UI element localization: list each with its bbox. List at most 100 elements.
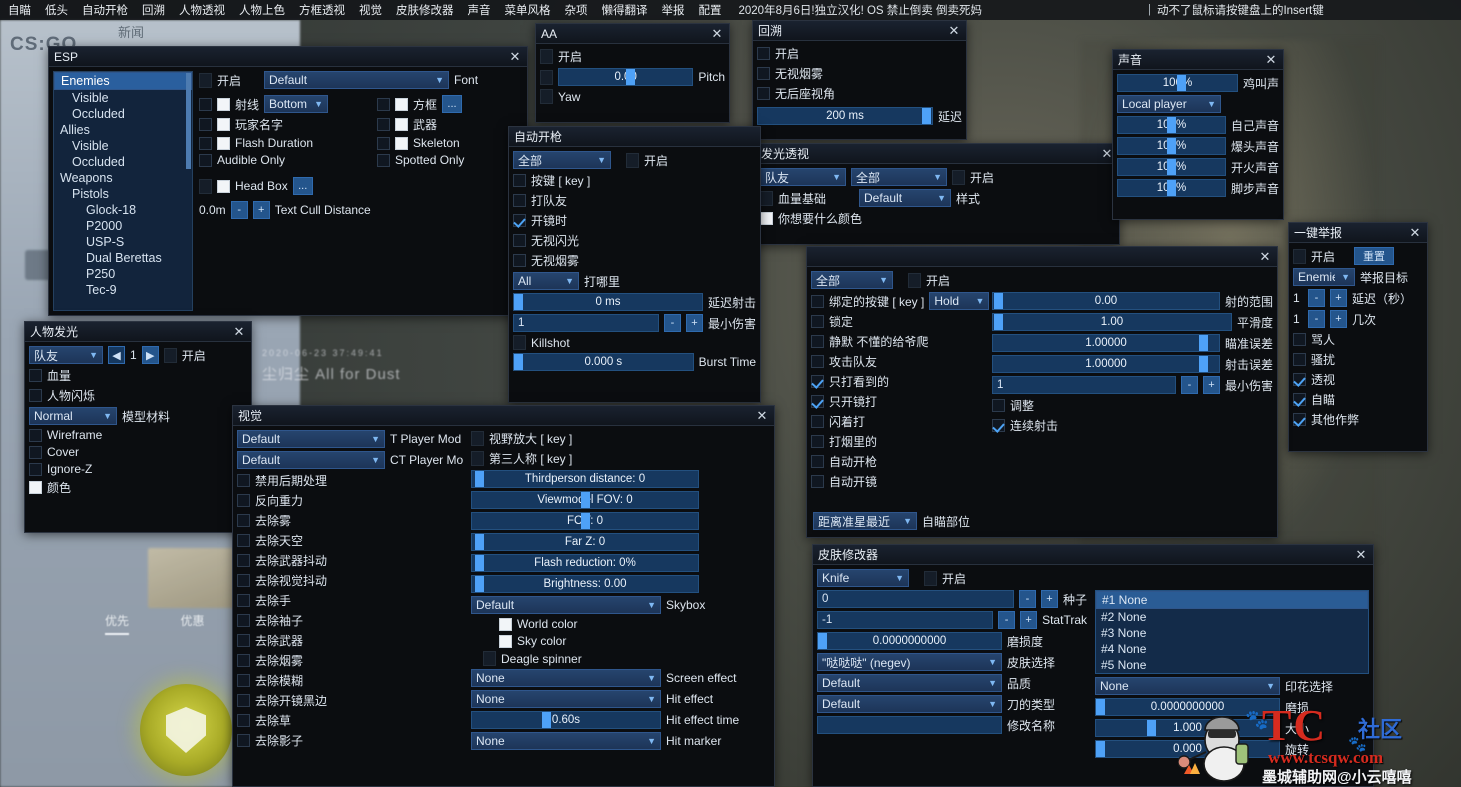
trigger-scope-select[interactable]: 全部 ▼ (513, 151, 611, 169)
visuals-checkbox-7[interactable] (237, 614, 250, 627)
visuals-deagle-checkbox[interactable] (483, 651, 496, 666)
aimbot-checkbox-0[interactable] (811, 294, 824, 308)
slider-knob[interactable] (474, 471, 484, 487)
menu-item-triggerbot[interactable]: 自动开枪 (75, 2, 135, 18)
slider-knob[interactable] (1167, 138, 1177, 154)
sticker-slot-list[interactable]: #1 None #2 None #3 None #4 None #5 None (1095, 590, 1369, 674)
report-reason-checkbox-1[interactable] (1293, 353, 1306, 366)
visuals-checkbox-12[interactable] (237, 714, 250, 727)
slider-knob[interactable] (1167, 159, 1177, 175)
report-target-row[interactable]: Enemies ▼ 举报目标 (1293, 268, 1423, 286)
trigger-option-row-1[interactable]: 打队友 (513, 192, 756, 209)
esp-tree-item[interactable]: P2000 (54, 218, 192, 234)
pglow-prev-button[interactable]: ◀ (108, 346, 125, 364)
sound-row-2[interactable]: 100% 爆头声音 (1117, 137, 1279, 155)
aimbot-checkbox-5[interactable] (811, 395, 824, 408)
visuals-slider-2[interactable]: FOV: 0 (471, 512, 699, 530)
close-icon[interactable]: ✕ (755, 409, 769, 422)
esp-left-row-2[interactable]: Flash Duration (199, 136, 349, 150)
close-icon[interactable]: ✕ (508, 50, 522, 63)
aimbot-slider-0[interactable]: 0.00 (992, 292, 1220, 310)
skins-stickerkind-select[interactable]: None ▼ (1095, 677, 1280, 695)
visuals-hitmarker-row[interactable]: None ▼ Hit marker (471, 732, 770, 750)
window-player-glow[interactable]: 人物发光 ✕ 队友 ▼ ◀ 1 ▶ 开启 血量 人物闪烁 Normal ▼ 模型材… (24, 321, 252, 533)
visuals-option-row-10[interactable]: 去除模糊 (237, 672, 467, 689)
aimbot-slider-3[interactable]: 1.00000 (992, 355, 1220, 373)
slider-knob[interactable] (1167, 117, 1177, 133)
aimbot-mindmg-input[interactable]: 1 (992, 376, 1176, 394)
skins-stickerrot-slider[interactable]: 0.000 (1095, 740, 1280, 758)
trigger-checkbox-2[interactable] (513, 214, 526, 227)
sound-player-select[interactable]: Local player ▼ (1117, 95, 1221, 113)
aimbot-option-row-1[interactable]: 锁定 (811, 313, 986, 330)
visuals-ctmodel-row[interactable]: Default ▼ CT Player Mo (237, 451, 467, 469)
aimbot-option-row-8[interactable]: 自动开枪 (811, 453, 986, 470)
visuals-checkbox-13[interactable] (237, 734, 250, 747)
report-reason-row-4[interactable]: 其他作弊 (1293, 411, 1423, 428)
visuals-option-row-9[interactable]: 去除烟雾 (237, 652, 467, 669)
visuals-thirdperson-row[interactable]: 第三人称 [ key ] (471, 450, 770, 467)
visuals-option-row-0[interactable]: 禁用后期处理 (237, 472, 467, 489)
esp-left-slot-2[interactable] (199, 136, 212, 150)
close-icon[interactable]: ✕ (947, 24, 961, 37)
window-skin-changer[interactable]: 皮肤修改器 ✕ Knife ▼ 开启 0 - + 种子 -1 - + StatT… (812, 544, 1374, 787)
close-icon[interactable]: ✕ (1258, 250, 1272, 263)
glowesp-selects-row[interactable]: 队友 ▼ 全部 ▼ 开启 (760, 168, 1115, 186)
visuals-hiteffect-select[interactable]: None ▼ (471, 690, 661, 708)
aimbot-keymode-select[interactable]: Hold ▼ (929, 292, 990, 310)
esp-left-checkbox-2[interactable] (217, 136, 230, 150)
visuals-option-row-2[interactable]: 去除雾 (237, 512, 467, 529)
visuals-slider-1[interactable]: Viewmodel FOV: 0 (471, 491, 699, 509)
skins-stickerscale-row[interactable]: 1.000 大小 (1095, 719, 1369, 737)
report-delay-minus-button[interactable]: - (1308, 289, 1325, 307)
trigger-checkbox-1[interactable] (513, 194, 526, 207)
visuals-slider-0[interactable]: Thirdperson distance: 0 (471, 470, 699, 488)
pglow-enable-checkbox[interactable] (163, 347, 177, 363)
visuals-thirdperson-checkbox[interactable] (471, 451, 484, 466)
aimbot-option-row-4[interactable]: 只打看到的 (811, 373, 986, 390)
trigger-option-row-3[interactable]: 无视闪光 (513, 232, 756, 249)
aimbot-checkbox-3[interactable] (811, 355, 824, 368)
pglow-material-row[interactable]: Normal ▼ 模型材料 (29, 407, 247, 425)
report-reason-row-1[interactable]: 骚扰 (1293, 351, 1423, 368)
menu-item-aimbot[interactable]: 自瞄 (0, 2, 38, 18)
visuals-slider-4[interactable]: Flash reduction: 0% (471, 554, 699, 572)
esp-right-slot-1[interactable] (377, 118, 390, 131)
pglow-team-select[interactable]: 队友 ▼ (29, 346, 103, 364)
slider-knob[interactable] (993, 293, 1003, 309)
visuals-option-row-6[interactable]: 去除手 (237, 592, 467, 609)
aimbot-checkbox-6[interactable] (811, 415, 824, 428)
aimbot-mindmg-plus-button[interactable]: + (1202, 376, 1220, 394)
slider-knob[interactable] (474, 555, 484, 571)
visuals-ctmodel-select[interactable]: Default ▼ (237, 451, 385, 469)
skins-skin-row[interactable]: "哒哒哒" (negev) ▼ 皮肤选择 (817, 653, 1087, 671)
esp-tree-item[interactable]: Occluded (54, 154, 192, 170)
pglow-top-option-checkbox-1[interactable] (29, 389, 42, 402)
esp-headbox-row[interactable]: Head Box ... (199, 177, 523, 195)
visuals-slider-row-5[interactable]: Brightness: 0.00 (471, 575, 770, 593)
aa-pitch-slider[interactable]: 0.00 (558, 68, 694, 86)
aimbot-checkbox-7[interactable] (811, 435, 824, 448)
esp-titlebar[interactable]: ESP ✕ (49, 47, 527, 67)
window-anti-aim[interactable]: AA ✕ 开启 0.00 Pitch Yaw (535, 23, 730, 123)
slider-knob[interactable] (1096, 699, 1105, 715)
menu-item-backtrack[interactable]: 回溯 (135, 2, 172, 18)
report-titlebar[interactable]: 一键举报 ✕ (1289, 223, 1427, 243)
pglow-top-option-row-1[interactable]: 人物闪烁 (29, 387, 247, 404)
visuals-slider-row-1[interactable]: Viewmodel FOV: 0 (471, 491, 770, 509)
esp-right-checkbox-2[interactable] (395, 136, 408, 150)
aimbot-checkbox-1[interactable] (811, 315, 824, 328)
visuals-option-row-11[interactable]: 去除开镜黑边 (237, 692, 467, 709)
skins-name-input[interactable] (817, 716, 1002, 734)
visuals-option-row-13[interactable]: 去除影子 (237, 732, 467, 749)
window-visuals[interactable]: 视觉 ✕ Default ▼ T Player Mod Default ▼ CT… (232, 405, 775, 787)
close-icon[interactable]: ✕ (710, 27, 724, 40)
esp-left-row-3[interactable]: Audible Only (199, 153, 349, 167)
aimbot-hitbox-select[interactable]: 距离准星最近 ▼ (813, 512, 917, 530)
sound-row-4[interactable]: 100% 脚步声音 (1117, 179, 1279, 197)
pglow-color-swatch[interactable] (29, 481, 42, 494)
aimbot-auto-checkbox[interactable] (992, 419, 1005, 432)
aimbot-mindmg-minus-button[interactable]: - (1180, 376, 1198, 394)
menu-item-misc[interactable]: 杂项 (558, 2, 595, 18)
visuals-checkbox-8[interactable] (237, 634, 250, 647)
